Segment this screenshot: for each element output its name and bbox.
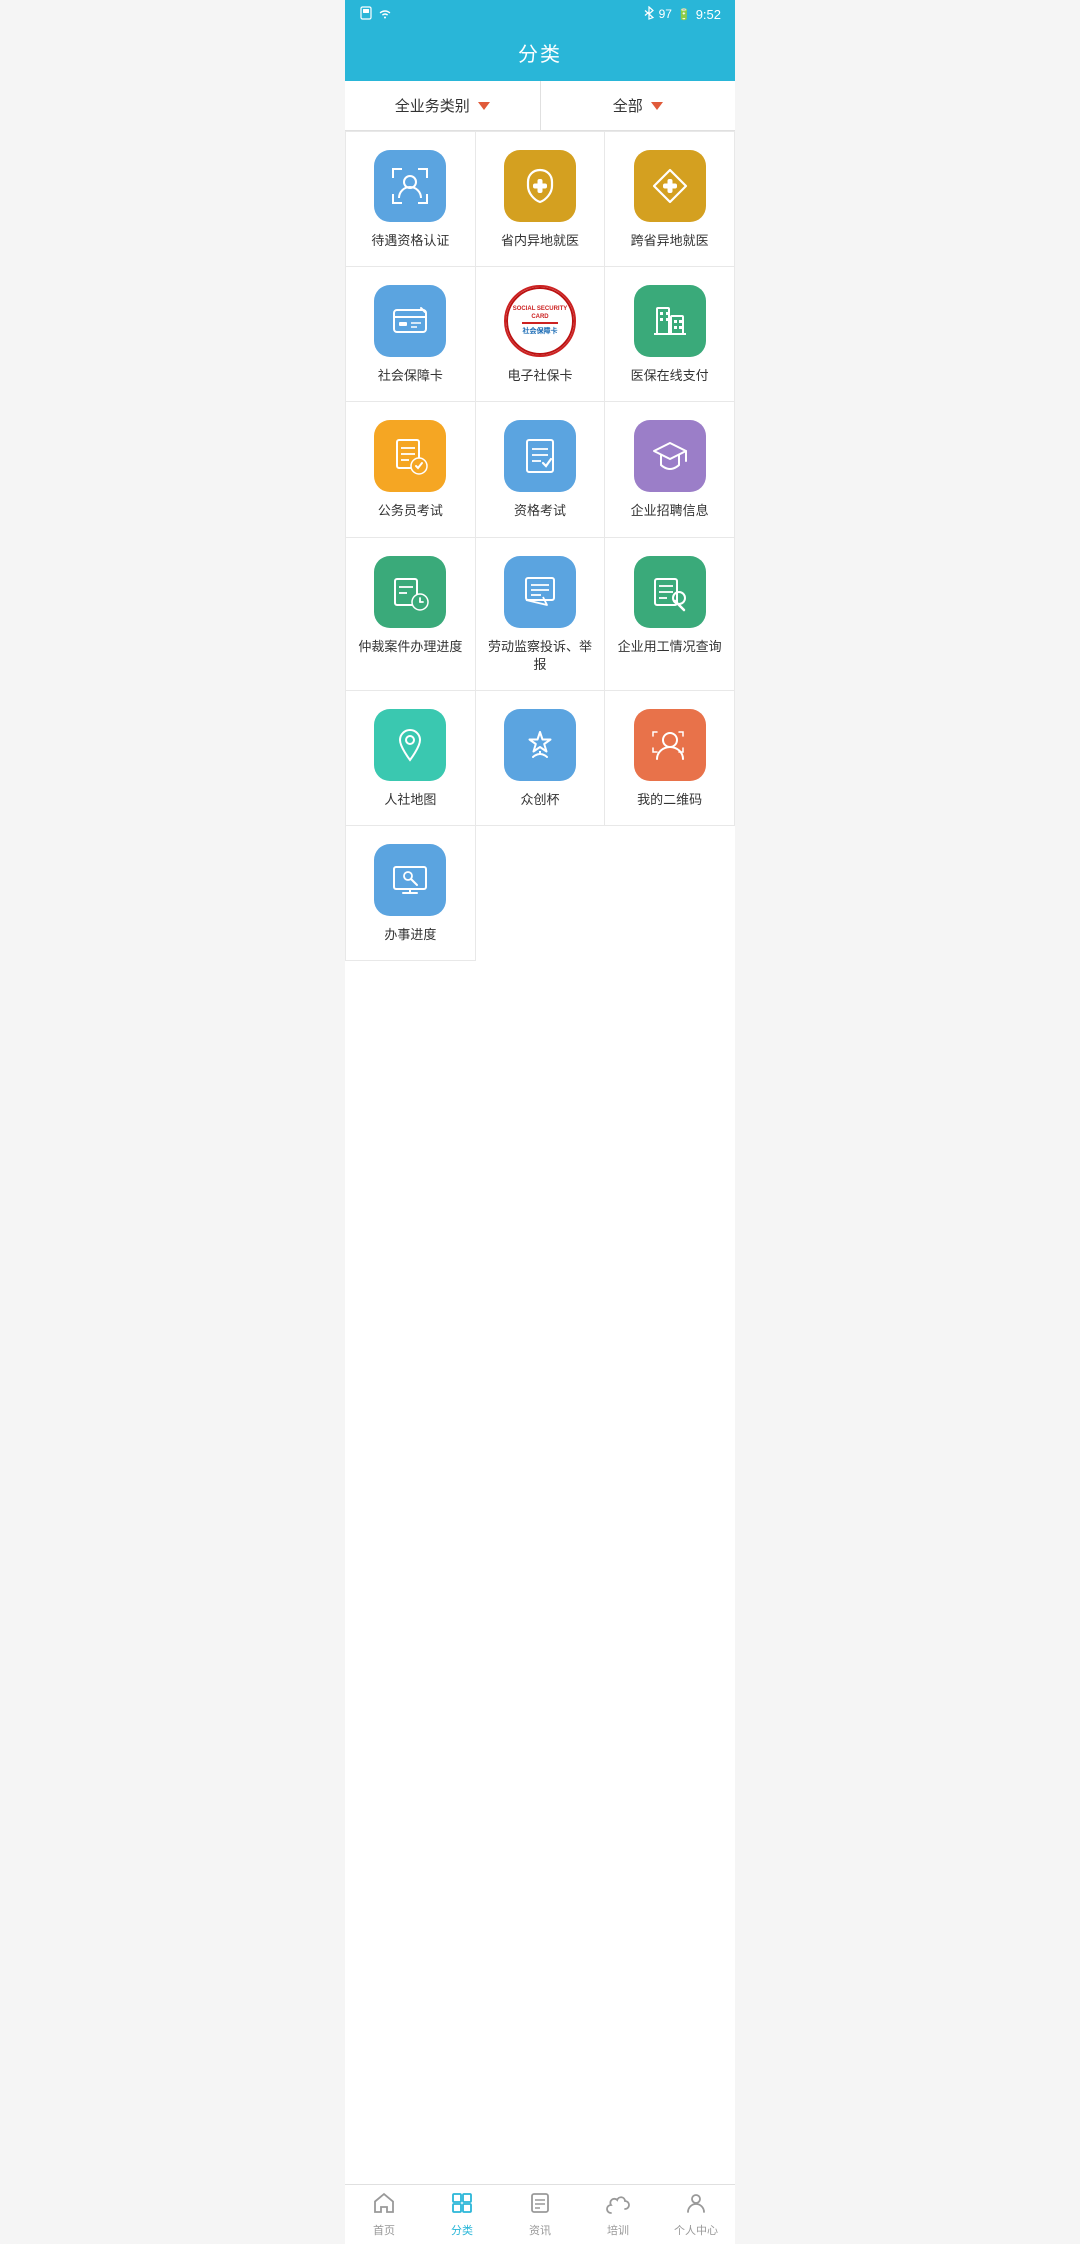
status-bar: 97 🔋 9:52: [345, 0, 735, 28]
page-title: 分类: [518, 44, 562, 66]
nav-news[interactable]: 资讯: [501, 2185, 579, 2244]
item-1-label: 待遇资格认证: [371, 232, 449, 250]
grid-item-4[interactable]: 社会保障卡: [346, 267, 476, 402]
grid-item-12[interactable]: 企业用工情况查询: [605, 538, 735, 691]
service-grid-container: 待遇资格认证 省内异地就医 跨省异地就医 社会保障卡 SOCIAL SECURI…: [345, 131, 735, 2184]
item-11-icon: [504, 556, 576, 628]
battery-icon: 🔋: [677, 8, 691, 21]
grid-item-13[interactable]: 人社地图: [346, 691, 476, 826]
item-15-icon: [634, 709, 706, 781]
wifi-icon: [378, 7, 392, 22]
nav-category[interactable]: 分类: [423, 2185, 501, 2244]
item-1-icon: [374, 150, 446, 222]
bluetooth-icon: [644, 6, 654, 23]
item-15-label: 我的二维码: [637, 791, 702, 809]
grid-item-2[interactable]: 省内异地就医: [476, 132, 606, 267]
filter-category-arrow: [478, 102, 490, 110]
nav-news-icon: [528, 2191, 552, 2219]
battery-text: 97: [659, 7, 672, 21]
service-grid: 待遇资格认证 省内异地就医 跨省异地就医 社会保障卡 SOCIAL SECURI…: [345, 131, 735, 961]
item-8-icon: [504, 420, 576, 492]
nav-training-icon: [606, 2191, 630, 2219]
item-3-label: 跨省异地就医: [631, 232, 709, 250]
grid-item-10[interactable]: 仲裁案件办理进度: [346, 538, 476, 691]
grid-item-15[interactable]: 我的二维码: [605, 691, 735, 826]
item-13-icon: [374, 709, 446, 781]
grid-item-3[interactable]: 跨省异地就医: [605, 132, 735, 267]
item-5-label: 电子社保卡: [507, 367, 572, 385]
item-4-label: 社会保障卡: [378, 367, 443, 385]
time-display: 9:52: [696, 7, 721, 22]
nav-home[interactable]: 首页: [345, 2185, 423, 2244]
item-7-label: 公务员考试: [378, 502, 443, 520]
item-12-icon: [634, 556, 706, 628]
item-10-label: 仲裁案件办理进度: [358, 638, 462, 656]
item-14-icon: [504, 709, 576, 781]
item-11-label: 劳动监察投诉、举报: [484, 638, 597, 674]
item-3-icon: [634, 150, 706, 222]
grid-item-6[interactable]: 医保在线支付: [605, 267, 735, 402]
status-right: 97 🔋 9:52: [644, 6, 721, 23]
nav-news-label: 资讯: [529, 2222, 551, 2238]
grid-item-5[interactable]: SOCIAL SECURITY CARD 社会保障卡 电子社保卡: [476, 267, 606, 402]
filter-category[interactable]: 全业务类别: [345, 81, 541, 130]
item-6-icon: [634, 285, 706, 357]
item-6-label: 医保在线支付: [631, 367, 709, 385]
grid-item-8[interactable]: 资格考试: [476, 402, 606, 537]
grid-item-9[interactable]: 企业招聘信息: [605, 402, 735, 537]
item-14-label: 众创杯: [520, 791, 559, 809]
item-10-icon: [374, 556, 446, 628]
item-4-icon: [374, 285, 446, 357]
nav-training[interactable]: 培训: [579, 2185, 657, 2244]
filter-all[interactable]: 全部: [541, 81, 736, 130]
grid-item-7[interactable]: 公务员考试: [346, 402, 476, 537]
filter-row: 全业务类别 全部: [345, 81, 735, 131]
item-8-label: 资格考试: [514, 502, 566, 520]
item-9-label: 企业招聘信息: [631, 502, 709, 520]
bottom-navigation: 首页 分类 资讯 培训 个人中心: [345, 2184, 735, 2244]
filter-category-label: 全业务类别: [395, 95, 470, 116]
item-7-icon: [374, 420, 446, 492]
filter-all-arrow: [651, 102, 663, 110]
grid-item-11[interactable]: 劳动监察投诉、举报: [476, 538, 606, 691]
grid-item-16[interactable]: 办事进度: [346, 826, 476, 961]
grid-item-1[interactable]: 待遇资格认证: [346, 132, 476, 267]
grid-item-14[interactable]: 众创杯: [476, 691, 606, 826]
nav-home-icon: [372, 2191, 396, 2219]
social-security-icon: SOCIAL SECURITY CARD 社会保障卡: [504, 285, 576, 357]
item-16-label: 办事进度: [384, 926, 436, 944]
sim-icon: [359, 6, 373, 23]
nav-training-label: 培训: [607, 2222, 629, 2238]
item-9-icon: [634, 420, 706, 492]
item-2-icon: [504, 150, 576, 222]
filter-all-label: 全部: [613, 95, 643, 116]
page-header: 分类: [345, 28, 735, 81]
nav-category-icon: [450, 2191, 474, 2219]
nav-home-label: 首页: [373, 2222, 395, 2238]
status-left: [359, 6, 392, 23]
item-16-icon: [374, 844, 446, 916]
item-12-label: 企业用工情况查询: [618, 638, 722, 656]
item-13-label: 人社地图: [384, 791, 436, 809]
nav-profile[interactable]: 个人中心: [657, 2185, 735, 2244]
item-2-label: 省内异地就医: [501, 232, 579, 250]
nav-category-label: 分类: [451, 2222, 473, 2238]
nav-profile-label: 个人中心: [674, 2222, 718, 2238]
nav-profile-icon: [684, 2191, 708, 2219]
